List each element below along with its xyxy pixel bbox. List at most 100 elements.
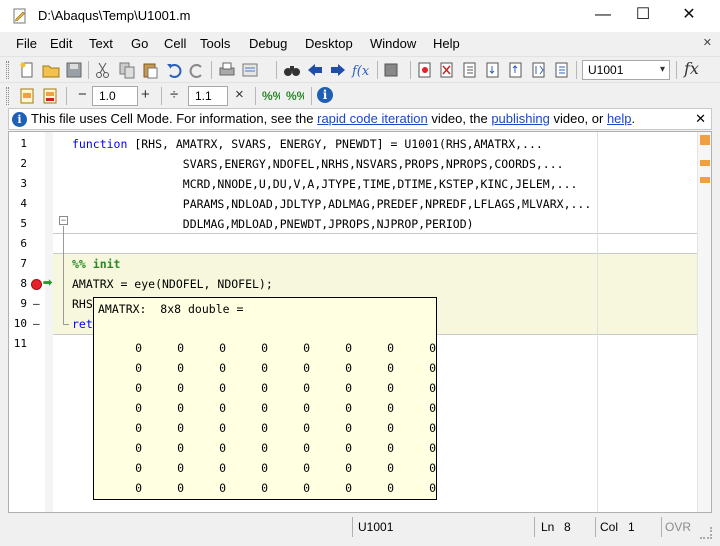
forward-arrow-icon[interactable] [329,61,347,79]
code-line-5[interactable]: DDLMAG,MDLOAD,PNEWDT,JPROPS,NJPROP,PERIO… [72,217,474,231]
svg-text:f(x): f(x) [351,64,369,79]
menu-debug[interactable]: Debug [249,36,287,51]
executable-line-dash[interactable]: — [33,297,40,310]
paste-icon[interactable] [141,61,159,79]
continue-icon[interactable] [530,61,548,79]
evaluate-cell-icon[interactable] [18,87,36,105]
save-icon[interactable] [65,61,83,79]
breakpoint-icon[interactable] [31,279,42,290]
datatip-row: 0 0 0 0 0 0 0 0 [94,341,438,361]
undo-icon[interactable] [165,61,183,79]
remove-cell-divider-icon[interactable]: %% [286,87,304,105]
close-window-button[interactable]: ✕ [666,0,712,32]
menu-file[interactable]: File [16,36,37,51]
insert-cell-divider-icon[interactable]: %% [262,87,280,105]
toolbar-grip[interactable] [6,87,9,105]
menu-window[interactable]: Window [370,36,416,51]
evaluate-cell-advance-icon[interactable] [41,87,59,105]
redo-icon[interactable] [188,61,206,79]
divide-value-field[interactable]: 1.1 [188,86,228,106]
exit-debug-icon[interactable] [553,61,571,79]
decrement-button[interactable]: − [78,86,87,103]
status-col-label: Col [600,520,619,534]
code-line-1[interactable]: function [RHS, AMATRX, SVARS, ENERGY, PN… [72,137,543,151]
toolbar-separator [211,61,212,79]
clear-breakpoints-icon[interactable] [438,61,456,79]
status-ln-value: 8 [564,520,571,534]
find-binoculars-icon[interactable] [283,61,301,79]
datatip-cell: 0 [261,401,268,415]
datatip-cell: 0 [387,401,394,415]
maximize-button[interactable]: ☐ [620,0,666,32]
svg-text:%%: %% [286,89,304,103]
step-value-field[interactable]: 1.0 [92,86,138,106]
datatip-cell: 0 [387,461,394,475]
function-stack-combo[interactable]: U1001 ▾ [582,60,670,80]
code-line-8[interactable]: AMATRX = eye(NDOFEL, NDOFEL); [72,277,273,291]
datatip-row: 0 0 0 0 0 0 0 0 [94,401,438,421]
dock-icon[interactable] [383,61,401,79]
set-breakpoint-icon[interactable] [416,61,434,79]
step-icon[interactable] [461,61,479,79]
title-bar: D:\Abaqus\Temp\U1001.m — ☐ ✕ [0,0,720,32]
infobar-prefix: This file uses Cell Mode. For informatio… [31,111,318,126]
close-infobar-icon[interactable]: ✕ [695,109,706,129]
open-folder-icon[interactable] [42,61,60,79]
menu-desktop[interactable]: Desktop [305,36,353,51]
menu-cell[interactable]: Cell [164,36,186,51]
code-line-3[interactable]: MCRD,NNODE,U,DU,V,A,JTYPE,TIME,DTIME,KST… [72,177,578,191]
chevron-down-icon[interactable]: ▾ [660,61,665,79]
print-icon[interactable] [218,61,236,79]
toolbar-grip[interactable] [6,61,9,79]
menu-tools[interactable]: Tools [200,36,230,51]
cell-info-icon[interactable]: i [317,87,333,103]
menu-text[interactable]: Text [89,36,113,51]
datatip-cell: 0 [135,461,142,475]
help-link[interactable]: help [607,111,632,126]
increment-button[interactable]: + [141,86,150,103]
publishing-link[interactable]: publishing [491,111,550,126]
fold-line [63,226,64,324]
multiply-button[interactable]: × [235,86,244,103]
menu-go[interactable]: Go [131,36,148,51]
datatip-cell: 0 [219,341,226,355]
code-line-2[interactable]: SVARS,ENERGY,NDOFEL,NRHS,NSVARS,PROPS,NP… [72,157,564,171]
code-line-4[interactable]: PARAMS,NDLOAD,JDLTYP,ADLMAG,PREDEF,NPRED… [72,197,592,211]
warning-marker[interactable] [700,160,710,166]
code-line-10[interactable]: ret [72,317,93,331]
step-out-icon[interactable] [507,61,525,79]
code-line-9[interactable]: RHS [72,297,93,311]
fold-collapse-icon[interactable]: − [59,216,68,225]
fx-button[interactable]: fx [684,59,699,78]
cell-mode-infobar: i This file uses Cell Mode. For informat… [8,108,712,130]
menu-edit[interactable]: Edit [50,36,72,51]
executable-line-dash[interactable]: — [33,317,40,330]
datatip-cell: 0 [387,361,394,375]
back-arrow-icon[interactable] [306,61,324,79]
datatip-cell: 0 [345,461,352,475]
new-file-icon[interactable] [18,61,36,79]
menu-help[interactable]: Help [433,36,460,51]
cell-title[interactable]: %% init [72,257,120,271]
datatip-cell: 0 [219,401,226,415]
datatip-cell: 0 [303,421,310,435]
status-divider [595,517,596,537]
menubar-close-icon[interactable]: ✕ [703,36,712,49]
warning-marker[interactable] [700,135,710,145]
divide-button[interactable]: ÷ [170,86,178,103]
step-in-icon[interactable] [484,61,502,79]
publish-icon[interactable] [241,61,259,79]
datatip-cell: 0 [345,421,352,435]
rapid-code-iteration-link[interactable]: rapid code iteration [317,111,428,126]
cut-icon[interactable] [94,61,112,79]
warning-marker[interactable] [700,177,710,183]
function-browser-icon[interactable]: f(x) [351,61,369,79]
status-divider [534,517,535,537]
window-title: D:\Abaqus\Temp\U1001.m [38,8,191,23]
datatip-cell: 0 [135,441,142,455]
mlint-strip[interactable] [697,132,711,512]
resize-grip[interactable] [700,527,712,539]
datatip-cell: 0 [261,461,268,475]
datatip-cell: 0 [387,441,394,455]
copy-icon[interactable] [118,61,136,79]
